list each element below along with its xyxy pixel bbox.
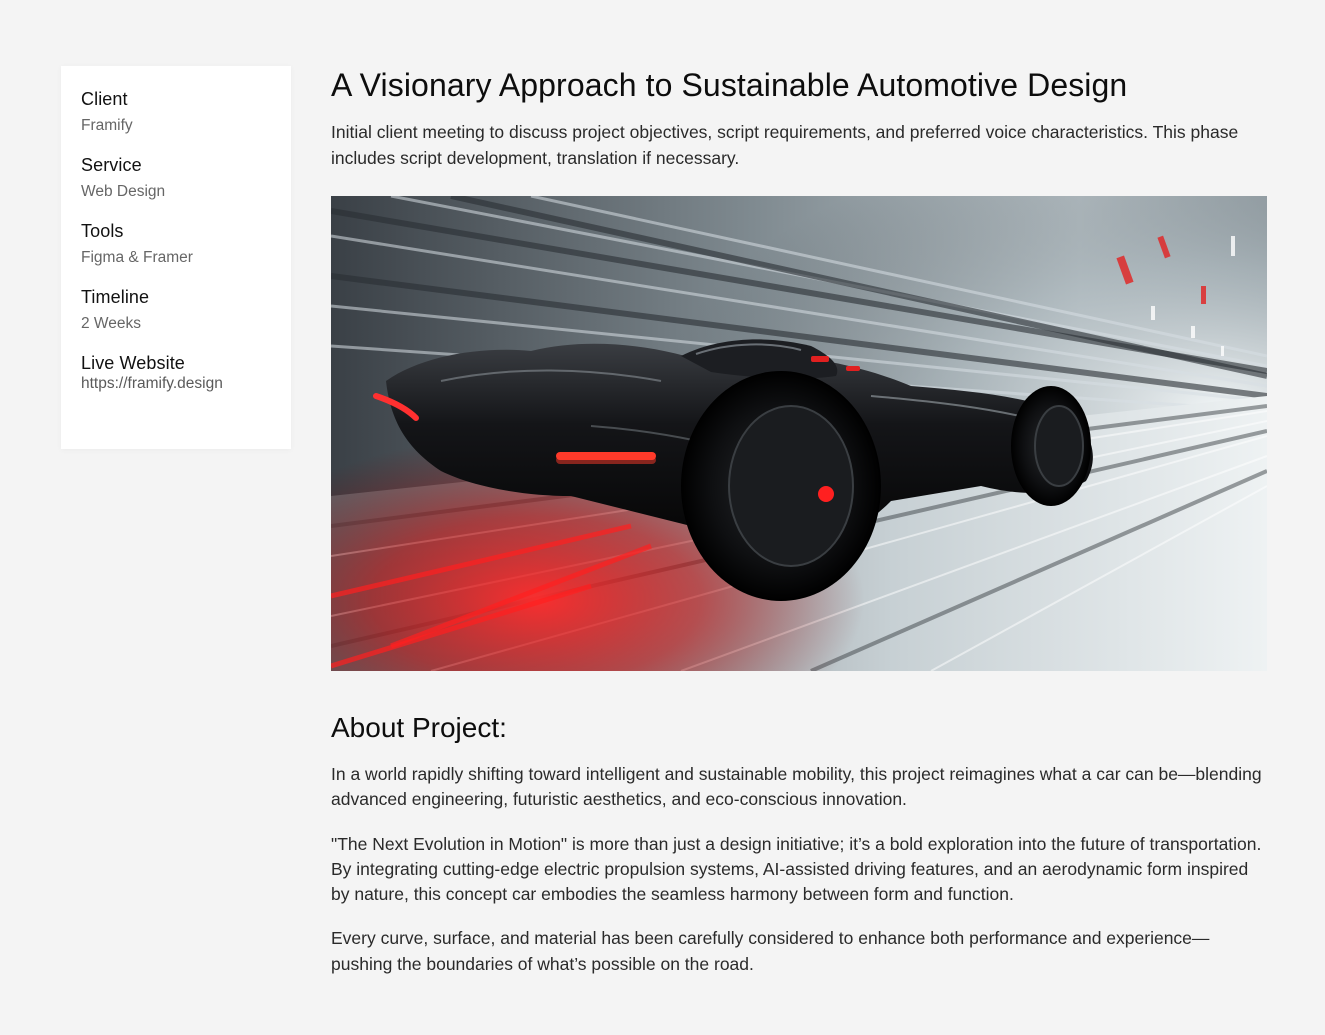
info-label: Client xyxy=(81,89,128,109)
info-value: 2 Weeks xyxy=(81,315,142,332)
info-label: Tools xyxy=(81,221,124,241)
live-website-link[interactable]: https://framify.design xyxy=(81,375,223,392)
project-page: Client Framify Service Web Design Tools … xyxy=(0,0,1325,1035)
info-service: Service Web Design xyxy=(81,154,271,201)
info-tools: Tools Figma & Framer xyxy=(81,220,271,267)
hero-image xyxy=(331,196,1267,671)
info-live-website: Live Website https://framify.design xyxy=(81,352,271,393)
info-value: Figma & Framer xyxy=(81,249,193,266)
about-heading: About Project: xyxy=(331,712,507,743)
intro-text: Initial client meeting to discuss projec… xyxy=(331,122,1239,168)
info-label: Service xyxy=(81,155,142,175)
project-info-card: Client Framify Service Web Design Tools … xyxy=(61,66,291,449)
race-car-illustration xyxy=(331,196,1267,671)
info-timeline: Timeline 2 Weeks xyxy=(81,286,271,333)
info-label: Live Website xyxy=(81,353,185,373)
about-paragraph: "The Next Evolution in Motion" is more t… xyxy=(331,833,1262,905)
info-value: Framify xyxy=(81,117,133,134)
info-label: Timeline xyxy=(81,287,150,307)
info-client: Client Framify xyxy=(81,88,271,135)
main-content: A Visionary Approach to Sustainable Auto… xyxy=(331,66,1267,977)
about-paragraph: Every curve, surface, and material has b… xyxy=(331,928,1210,974)
info-value: Web Design xyxy=(81,183,166,200)
about-paragraph: In a world rapidly shifting toward intel… xyxy=(331,764,1262,810)
page-title: A Visionary Approach to Sustainable Auto… xyxy=(331,67,1128,103)
